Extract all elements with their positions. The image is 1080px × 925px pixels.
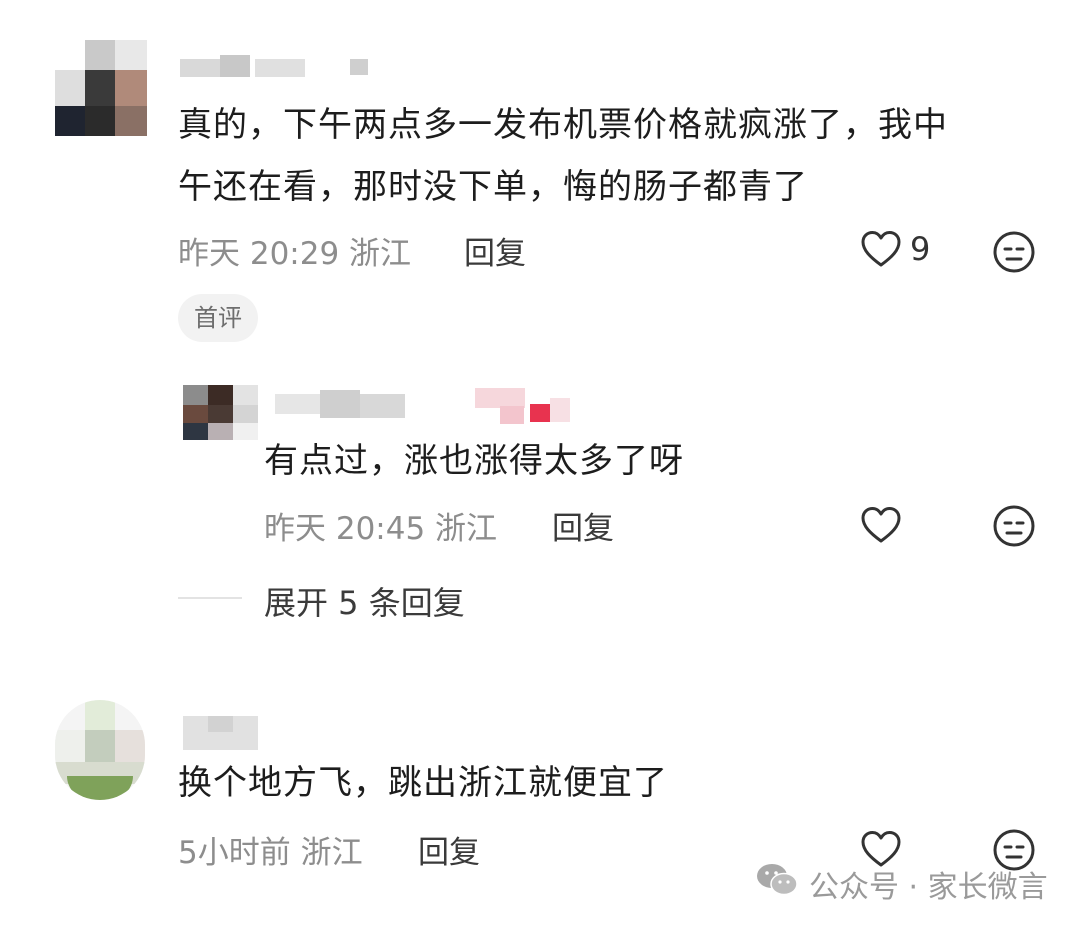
wechat-icon [755, 862, 799, 906]
reply-avatar[interactable] [183, 385, 258, 440]
neutral-face-icon [992, 505, 1036, 552]
heart-icon [860, 230, 902, 268]
comment-text: 换个地方飞，跳出浙江就便宜了 [178, 763, 668, 803]
dislike-button[interactable] [992, 504, 1036, 552]
reply-button[interactable]: 回复 [464, 228, 526, 273]
expand-divider [178, 597, 242, 599]
reply-button[interactable]: 回复 [418, 827, 480, 872]
like-count: 9 [910, 230, 931, 268]
username-blurred[interactable] [180, 55, 370, 79]
comment-line: 真的，下午两点多一发布机票价格就疯涨了，我中 [178, 105, 948, 145]
heart-icon [860, 506, 902, 544]
comment-line: 午还在看，那时没下单，悔的肠子都青了 [178, 167, 808, 207]
like-button[interactable] [860, 506, 902, 544]
dislike-button[interactable] [992, 230, 1036, 278]
avatar[interactable] [55, 40, 147, 136]
username-blurred[interactable] [183, 716, 258, 750]
reply-time-location: 昨天 20:45 浙江 [264, 511, 498, 547]
reply-text: 有点过，涨也涨得太多了呀 [264, 441, 684, 481]
comment-text: 真的，下午两点多一发布机票价格就疯涨了，我中 午还在看，那时没下单，悔的肠子都青… [178, 94, 1038, 218]
reply-username-blurred[interactable] [275, 388, 575, 424]
comment-time-location: 昨天 20:29 浙江 [178, 236, 412, 272]
watermark: 公众号 · 家长微言 [755, 862, 1048, 906]
reply-button[interactable]: 回复 [552, 503, 614, 548]
expand-replies-button[interactable]: 展开 5 条回复 [264, 578, 465, 624]
avatar[interactable] [55, 700, 145, 800]
like-button[interactable]: 9 [860, 230, 930, 268]
watermark-text: 公众号 · 家长微言 [809, 870, 1048, 905]
first-comment-badge: 首评 [178, 294, 258, 342]
comment-time-location: 5小时前 浙江 [178, 835, 363, 871]
neutral-face-icon [992, 231, 1036, 278]
